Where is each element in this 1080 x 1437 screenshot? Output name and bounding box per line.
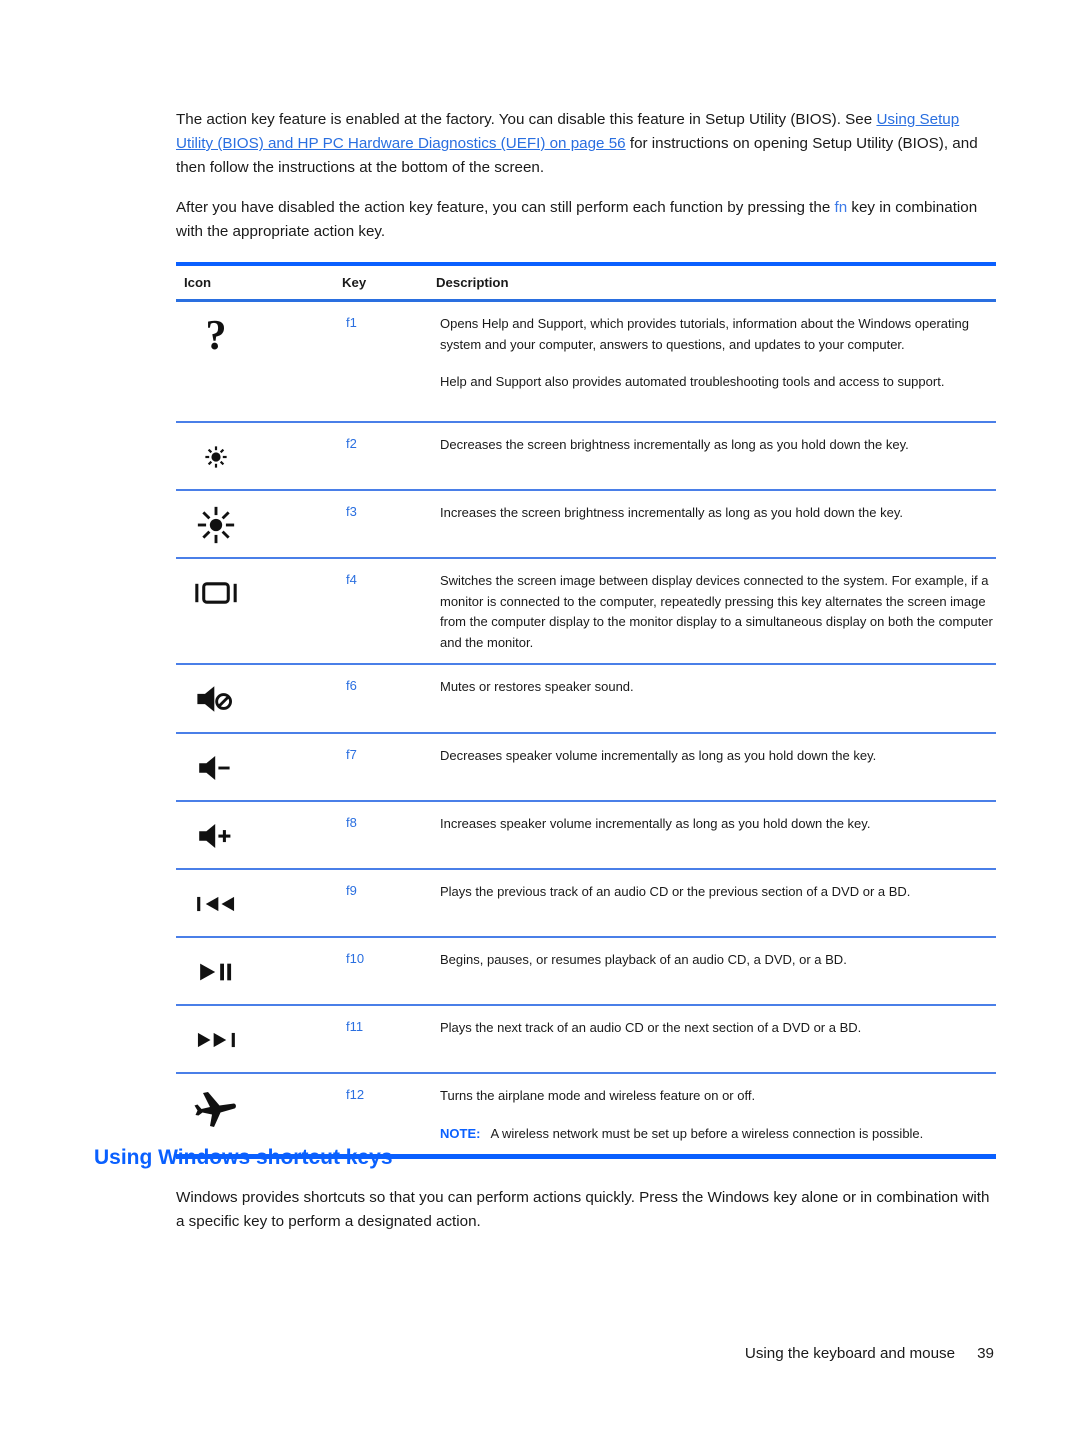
section-body-paragraph: Windows provides shortcuts so that you c… <box>176 1189 990 1230</box>
intro-paragraph-1: The action key feature is enabled at the… <box>176 108 994 180</box>
row-description-paragraph: Begins, pauses, or resumes playback of a… <box>440 952 847 967</box>
table-row: f9 Plays the previous track of an audio … <box>176 870 996 936</box>
speaker-mute-icon <box>188 677 244 721</box>
row-icon-cell <box>184 675 346 721</box>
row-key-label: f2 <box>346 436 357 451</box>
row-icon-cell <box>184 1084 346 1130</box>
column-header-key: Key <box>342 275 367 290</box>
footer-page-number: 39 <box>977 1345 994 1362</box>
row-key-label: f1 <box>346 315 357 330</box>
display-switch-icon <box>188 571 244 615</box>
row-description: Plays the previous track of an audio CD … <box>440 880 996 903</box>
row-key-label: f11 <box>346 1019 364 1034</box>
question-mark-icon: ? <box>188 314 244 358</box>
footer-title: Using the keyboard and mouse <box>744 1345 956 1362</box>
row-key-label: f6 <box>346 678 357 693</box>
section-body: Windows provides shortcuts so that you c… <box>176 1186 998 1250</box>
row-icon-cell: ? <box>184 312 346 358</box>
row-key-label: f8 <box>346 815 357 830</box>
column-header-icon: Icon <box>184 275 212 290</box>
table-row: f3 Increases the screen brightness incre… <box>176 491 996 557</box>
document-page: The action key feature is enabled at the… <box>0 0 1080 1437</box>
table-row: f8 Increases speaker volume incrementall… <box>176 802 996 868</box>
play-pause-icon <box>188 950 244 994</box>
table-row: f10 Begins, pauses, or resumes playback … <box>176 938 996 1004</box>
row-description-paragraph: Turns the airplane mode and wireless fea… <box>440 1088 756 1103</box>
row-icon-cell <box>184 433 346 479</box>
row-key-label: f9 <box>346 883 357 898</box>
intro-p1-text-a: The action key feature is enabled at the… <box>176 111 877 128</box>
row-key-label: f7 <box>346 747 357 762</box>
table-header-row: Icon Key Description <box>176 266 996 299</box>
intro-paragraph-2: After you have disabled the action key f… <box>176 196 994 244</box>
row-note: NOTE: A wireless network must be set up b… <box>440 1124 996 1145</box>
row-description: Mutes or restores speaker sound. <box>440 675 996 698</box>
intro-paragraphs: The action key feature is enabled at the… <box>176 108 994 260</box>
airplane-mode-icon <box>188 1086 244 1130</box>
row-description-paragraph: Mutes or restores speaker sound. <box>440 679 634 694</box>
note-text: A wireless network must be set up before… <box>490 1125 924 1141</box>
fn-key-reference: fn <box>834 199 848 216</box>
row-key-label: f4 <box>346 572 357 587</box>
column-header-description: Description <box>436 275 509 290</box>
row-icon-cell <box>184 1016 346 1062</box>
row-description-paragraph: Decreases the screen brightness incremen… <box>440 437 909 452</box>
volume-down-icon <box>188 746 244 790</box>
next-track-icon <box>188 1018 244 1062</box>
row-description: Plays the next track of an audio CD or t… <box>440 1016 996 1039</box>
row-key-label: f3 <box>346 504 357 519</box>
row-icon-cell <box>184 744 346 790</box>
table-row: f2 Decreases the screen brightness incre… <box>176 423 996 489</box>
row-icon-cell <box>184 948 346 994</box>
row-description: Switches the screen image between displa… <box>440 569 996 653</box>
row-description: Turns the airplane mode and wireless fea… <box>440 1084 996 1144</box>
brightness-increase-icon <box>188 503 244 547</box>
row-description-paragraph: Increases the screen brightness incremen… <box>440 505 903 520</box>
note-label: NOTE: <box>440 1125 481 1141</box>
row-icon-cell <box>184 880 346 926</box>
table-row: f12 Turns the airplane mode and wireless… <box>176 1074 996 1154</box>
row-description-paragraph: Plays the previous track of an audio CD … <box>440 884 911 899</box>
table-row: f11 Plays the next track of an audio CD … <box>176 1006 996 1072</box>
table-row: f6 Mutes or restores speaker sound. <box>176 665 996 732</box>
row-description: Begins, pauses, or resumes playback of a… <box>440 948 996 971</box>
row-description-paragraph: Increases speaker volume incrementally a… <box>440 816 871 831</box>
brightness-decrease-icon <box>188 435 244 479</box>
row-description-paragraph: Decreases speaker volume incrementally a… <box>440 748 877 763</box>
table-row: f4 Switches the screen image between dis… <box>176 559 996 663</box>
row-description-paragraph: Help and Support also provides automated… <box>440 374 945 389</box>
row-description: Decreases the screen brightness incremen… <box>440 433 996 456</box>
page-footer: Using the keyboard and mouse 39 <box>745 1345 994 1362</box>
row-description-paragraph: Opens Help and Support, which provides t… <box>440 316 969 352</box>
row-icon-cell <box>184 569 346 615</box>
table-row: f7 Decreases speaker volume incrementall… <box>176 734 996 800</box>
row-icon-cell <box>184 501 346 547</box>
table-row: ? f1 Opens Help and Support, which provi… <box>176 302 996 421</box>
page-section-heading: Using Windows shortcut keys <box>94 1146 393 1169</box>
volume-up-icon <box>188 814 244 858</box>
row-description: Decreases speaker volume incrementally a… <box>440 744 996 767</box>
row-key-label: f12 <box>346 1087 365 1102</box>
row-icon-cell <box>184 812 346 858</box>
action-keys-table: Icon Key Description ? f1 Opens Help and… <box>176 262 996 1159</box>
intro-p2-text-a: After you have disabled the action key f… <box>176 199 835 216</box>
row-description-paragraph: Switches the screen image between displa… <box>440 573 993 650</box>
row-key-label: f10 <box>346 951 365 966</box>
previous-track-icon <box>188 882 244 926</box>
row-description: Increases speaker volume incrementally a… <box>440 812 996 835</box>
row-description: Opens Help and Support, which provides t… <box>440 312 996 393</box>
row-description: Increases the screen brightness incremen… <box>440 501 996 524</box>
question-mark-glyph: ? <box>205 313 227 359</box>
row-description-paragraph: Plays the next track of an audio CD or t… <box>440 1020 862 1035</box>
